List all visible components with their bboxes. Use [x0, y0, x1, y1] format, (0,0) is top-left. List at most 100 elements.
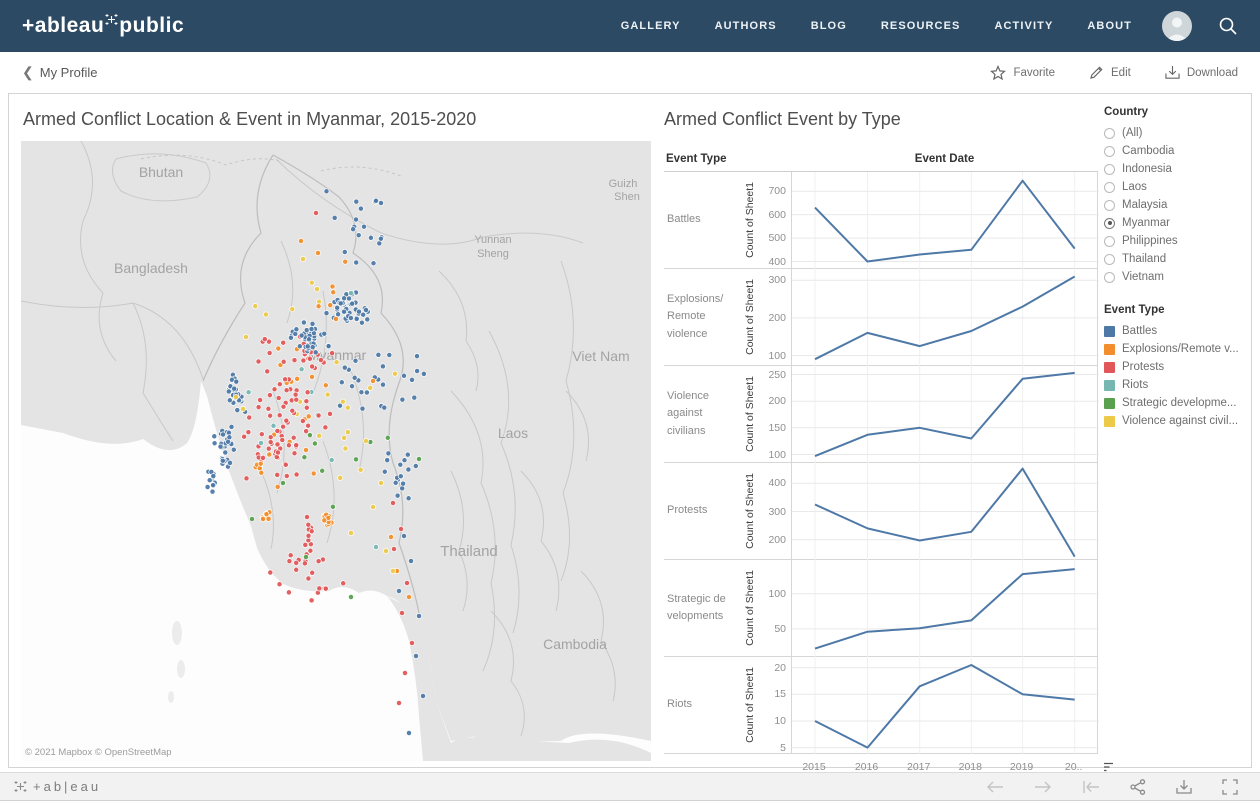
event-dot[interactable] — [396, 588, 402, 594]
event-dot[interactable] — [359, 405, 366, 412]
legend-item-violence-against-civil-[interactable]: Violence against civil... — [1104, 412, 1256, 430]
event-dot[interactable] — [404, 451, 411, 458]
event-dot[interactable] — [373, 197, 379, 204]
event-dot[interactable] — [363, 438, 369, 444]
event-dot[interactable] — [258, 431, 265, 438]
event-dot[interactable] — [287, 552, 294, 559]
event-dot[interactable] — [303, 404, 310, 411]
event-dot[interactable] — [414, 368, 421, 374]
nav-item-gallery[interactable]: GALLERY — [621, 20, 681, 32]
tableau-footer-logo[interactable]: +ab|eau — [14, 779, 101, 794]
event-dot[interactable] — [385, 450, 392, 457]
event-dot[interactable] — [252, 303, 259, 310]
event-dot[interactable] — [341, 364, 348, 371]
event-dot[interactable] — [233, 378, 240, 385]
event-dot[interactable] — [258, 469, 265, 476]
radio-icon[interactable] — [1104, 235, 1115, 247]
event-dot[interactable] — [294, 375, 301, 382]
event-dot[interactable] — [267, 439, 274, 446]
event-dot[interactable] — [375, 351, 382, 358]
event-dot[interactable] — [315, 303, 322, 310]
event-dot[interactable] — [211, 433, 218, 440]
event-dot[interactable] — [298, 238, 304, 244]
event-dot[interactable] — [282, 461, 289, 468]
event-dot[interactable] — [324, 391, 331, 398]
event-dot[interactable] — [351, 374, 358, 381]
event-dot[interactable] — [367, 234, 374, 241]
event-dot[interactable] — [310, 470, 317, 477]
event-dot[interactable] — [264, 368, 271, 375]
event-dot[interactable] — [293, 396, 300, 403]
event-dot[interactable] — [283, 473, 290, 479]
event-dot[interactable] — [406, 594, 412, 600]
country-option-thailand[interactable]: Thailand — [1104, 250, 1256, 268]
event-dot[interactable] — [381, 468, 388, 475]
event-dot[interactable] — [206, 477, 213, 484]
event-dot[interactable] — [225, 388, 232, 395]
reset-icon[interactable] — [1082, 780, 1100, 794]
event-dot[interactable] — [400, 480, 407, 487]
event-dot[interactable] — [305, 422, 312, 429]
event-dot[interactable] — [399, 396, 406, 403]
event-dot[interactable] — [293, 471, 300, 478]
tableau-public-logo[interactable]: +ableau public — [22, 14, 184, 38]
event-dot[interactable] — [353, 216, 359, 223]
event-dot[interactable] — [411, 394, 418, 401]
event-dot[interactable] — [255, 404, 262, 411]
event-dot[interactable] — [355, 232, 362, 239]
event-dot[interactable] — [243, 334, 249, 340]
event-dot[interactable] — [280, 358, 287, 365]
event-dot[interactable] — [304, 343, 311, 350]
event-dot[interactable] — [311, 440, 318, 447]
event-dot[interactable] — [352, 357, 359, 364]
event-dot[interactable] — [315, 558, 322, 565]
legend-item-explosions-remote-v-[interactable]: Explosions/Remote v... — [1104, 340, 1256, 358]
event-dot[interactable] — [348, 530, 354, 536]
event-dot[interactable] — [321, 330, 328, 337]
event-dot[interactable] — [405, 466, 412, 473]
download-button[interactable]: Download — [1165, 65, 1238, 80]
trend-line[interactable] — [814, 179, 1076, 263]
radio-icon[interactable] — [1104, 163, 1115, 175]
event-dot[interactable] — [406, 730, 412, 736]
event-dot[interactable] — [300, 256, 306, 262]
event-dot[interactable] — [274, 441, 281, 448]
fullscreen-icon[interactable] — [1222, 778, 1238, 795]
event-dot[interactable] — [243, 475, 250, 482]
event-dot[interactable] — [383, 548, 389, 554]
row-plot-area[interactable] — [791, 366, 1099, 463]
country-option-malaysia[interactable]: Malaysia — [1104, 196, 1256, 214]
event-dot[interactable] — [231, 385, 238, 392]
event-dot[interactable] — [361, 223, 367, 230]
event-dot[interactable] — [267, 569, 274, 576]
event-dot[interactable] — [337, 300, 344, 307]
event-dot[interactable] — [328, 457, 335, 463]
event-dot[interactable] — [367, 384, 374, 391]
event-dot[interactable] — [285, 589, 292, 596]
event-dot[interactable] — [293, 566, 300, 573]
event-dot[interactable] — [363, 389, 370, 396]
event-dot[interactable] — [309, 569, 316, 576]
country-option-indonesia[interactable]: Indonesia — [1104, 160, 1256, 178]
event-dot[interactable] — [266, 350, 273, 356]
event-dot[interactable] — [305, 575, 312, 582]
legend-item-protests[interactable]: Protests — [1104, 358, 1256, 376]
event-dot[interactable] — [334, 304, 341, 311]
radio-icon[interactable] — [1104, 253, 1115, 265]
event-dot[interactable] — [304, 389, 311, 396]
event-dot[interactable] — [249, 516, 255, 522]
event-dot[interactable] — [308, 326, 315, 332]
nav-item-resources[interactable]: RESOURCES — [881, 20, 961, 32]
event-dot[interactable] — [356, 308, 362, 315]
event-dot[interactable] — [246, 414, 253, 421]
event-dot[interactable] — [337, 474, 344, 481]
conflict-map[interactable]: Bhutan Bangladesh Yunnan Sheng Guizh Shen Myan… — [21, 141, 651, 761]
event-dot[interactable] — [222, 449, 229, 456]
edit-button[interactable]: Edit — [1089, 65, 1131, 80]
event-dot[interactable] — [303, 428, 310, 435]
event-dot[interactable] — [280, 403, 287, 410]
event-dot[interactable] — [291, 450, 298, 457]
event-dot[interactable] — [378, 200, 384, 206]
radio-icon[interactable] — [1104, 181, 1115, 193]
country-option-all[interactable]: (All) — [1104, 124, 1256, 142]
